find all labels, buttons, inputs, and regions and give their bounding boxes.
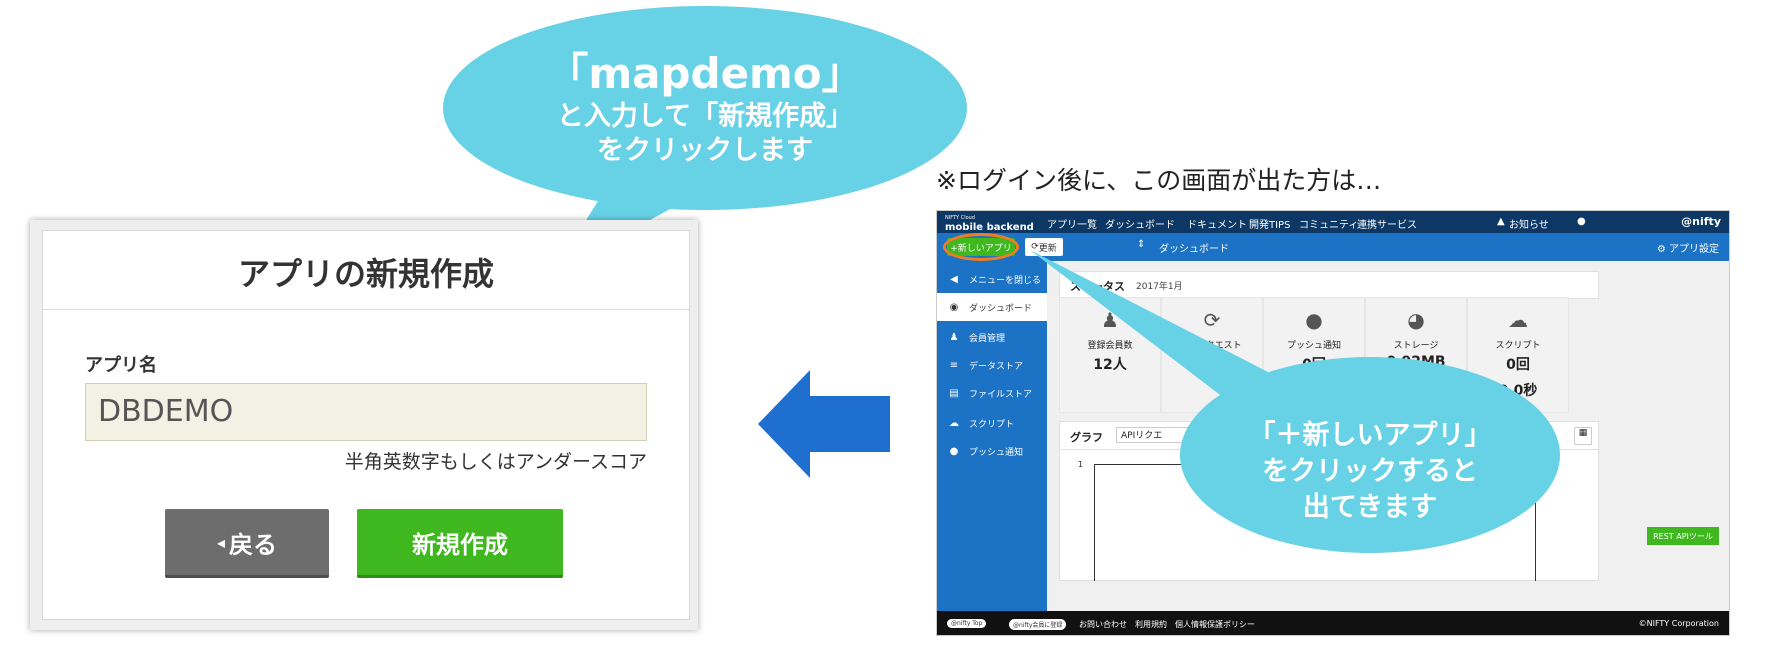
bubble-right-line1: 「＋新しいアプリ」 [1248, 420, 1492, 451]
callout-bubble-right [1030, 250, 1560, 553]
bubble-right-line3: 出てきます [1302, 492, 1438, 523]
bubble-right-tail [1030, 250, 1268, 404]
bubble-right-text: 「＋新しいアプリ」 をクリックすると 出てきます [1180, 418, 1560, 526]
bubble-right-line2: をクリックすると [1262, 456, 1478, 487]
